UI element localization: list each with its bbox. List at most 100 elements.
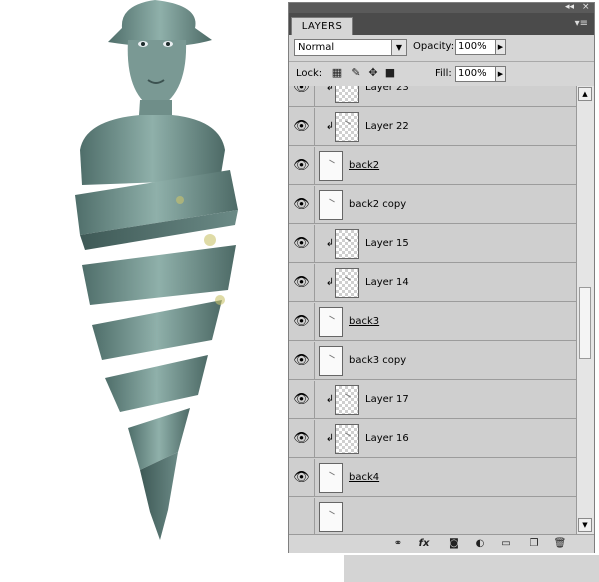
mask-icon[interactable]: ◙ [447,537,461,551]
opacity-label: Opacity: [413,41,455,52]
layer-thumbnail[interactable] [335,268,359,298]
layer-name[interactable]: back3 [349,303,379,340]
fill-field[interactable]: 100% [455,66,497,82]
eye-icon[interactable]: 👁 [289,342,315,379]
layer-thumbnail[interactable] [319,502,343,532]
scroll-down-icon[interactable]: ▼ [578,518,592,532]
fill-label: Fill: [435,68,452,79]
layer-thumbnail[interactable] [335,229,359,259]
blend-mode-select[interactable]: Normal ▼ [294,39,407,56]
layers-scrollbar[interactable]: ▲ ▼ [576,86,594,534]
visibility-toggle[interactable] [289,498,315,534]
lock-label: Lock: [296,68,323,79]
layer-thumbnail[interactable] [319,190,343,220]
layer-name[interactable]: back4 [349,459,379,496]
eye-icon[interactable]: 👁 [289,186,315,223]
layer-row[interactable]: 👁 back2 [289,147,576,185]
eye-icon[interactable]: 👁 [289,225,315,262]
thumbnail-stroke [345,393,351,398]
layer-row[interactable]: 👁 back4 [289,459,576,497]
trash-icon[interactable]: 🗑 [553,537,567,551]
eye-icon[interactable]: 👁 [289,459,315,496]
layer-thumbnail[interactable] [319,151,343,181]
thumbnail-stroke [329,471,335,476]
lock-transparency-icon[interactable]: ▦ [331,67,343,79]
panel-title-bar[interactable]: ◂◂ × [289,2,594,13]
layer-name[interactable]: Layer 23 [365,86,409,106]
statue-artwork [75,0,238,540]
layer-row[interactable]: 👁 ↲ Layer 17 [289,381,576,419]
thumbnail-stroke [329,354,335,359]
layer-row[interactable]: 👁 back3 [289,303,576,341]
fill-slider-button[interactable]: ▶ [495,66,506,82]
clipping-arrow-icon: ↲ [325,277,335,288]
layer-name[interactable]: Layer 14 [365,264,409,301]
layer-thumbnail[interactable] [335,112,359,142]
layer-row[interactable]: 👁 ↲ Layer 23 [289,86,576,107]
layer-row[interactable] [289,498,576,534]
layers-panel: ◂◂ × LAYERS ▾≡ Normal ▼ Opacity: 100% ▶ … [288,2,595,553]
thumbnail-stroke [345,432,351,437]
eye-icon[interactable]: 👁 [289,303,315,340]
thumbnail-stroke [345,237,351,242]
layer-row[interactable]: 👁 back2 copy [289,186,576,224]
layer-thumbnail[interactable] [335,385,359,415]
thumbnail-stroke [329,159,335,164]
clipping-arrow-icon: ↲ [325,86,335,93]
lock-paint-icon[interactable]: ✎ [350,67,362,79]
double-chevron-left-icon[interactable]: ◂◂ [565,2,574,13]
clipping-arrow-icon: ↲ [325,394,335,405]
workspace-background [344,555,599,582]
layer-name[interactable]: Layer 17 [365,381,409,418]
eye-icon[interactable]: 👁 [289,147,315,184]
clipping-arrow-icon: ↲ [325,433,335,444]
blend-opacity-row: Normal ▼ Opacity: 100% ▶ [289,35,594,62]
thumbnail-stroke [329,315,335,320]
eye-icon[interactable]: 👁 [289,108,315,145]
chevron-down-icon[interactable]: ▼ [391,40,406,55]
layer-name[interactable]: Layer 22 [365,108,409,145]
tab-layers[interactable]: LAYERS [291,17,353,35]
layer-name[interactable]: Layer 15 [365,225,409,262]
layer-thumbnail[interactable] [319,346,343,376]
eye-icon[interactable]: 👁 [289,264,315,301]
adjustment-icon[interactable]: ◐ [473,537,487,551]
panel-menu-icon[interactable]: ▾≡ [575,18,588,29]
lock-fill-row: Lock: ▦ ✎ ✥ ■ Fill: 100% ▶ [289,62,594,87]
layer-name[interactable]: back2 [349,147,379,184]
layer-name[interactable]: back3 copy [349,342,406,379]
eye-icon[interactable]: 👁 [289,381,315,418]
opacity-field[interactable]: 100% [455,39,497,55]
eye-icon[interactable]: 👁 [289,420,315,457]
layer-thumbnail[interactable] [335,86,359,103]
panel-bottom-toolbar: ⚭ fx ◙ ◐ ▭ ❐ 🗑 [289,534,594,553]
layer-row[interactable]: 👁 ↲ Layer 14 [289,264,576,302]
close-icon[interactable]: × [582,2,590,13]
layer-name[interactable]: Layer 16 [365,420,409,457]
thumbnail-stroke [329,198,335,203]
folder-icon[interactable]: ▭ [499,537,513,551]
blend-mode-value: Normal [298,42,335,53]
layer-thumbnail[interactable] [335,424,359,454]
lock-position-icon[interactable]: ✥ [367,67,379,79]
new-layer-icon[interactable]: ❐ [527,537,541,551]
layer-name[interactable]: back2 copy [349,186,406,223]
layer-thumbnail[interactable] [319,463,343,493]
link-icon[interactable]: ⚭ [391,537,405,551]
scroll-up-icon[interactable]: ▲ [578,87,592,101]
layer-row[interactable]: 👁 ↲ Layer 22 [289,108,576,146]
thumbnail-stroke [345,120,351,125]
layer-row[interactable]: 👁 ↲ Layer 15 [289,225,576,263]
eye-icon[interactable]: 👁 [289,86,315,106]
fx-icon[interactable]: fx [417,537,431,551]
layer-row[interactable]: 👁 back3 copy [289,342,576,380]
layer-thumbnail[interactable] [319,307,343,337]
opacity-slider-button[interactable]: ▶ [495,39,506,55]
lock-all-icon[interactable]: ■ [384,67,396,79]
layer-row[interactable]: 👁 ↲ Layer 16 [289,420,576,458]
layers-list[interactable]: 👁 ↲ Layer 23 👁 ↲ Layer 22 👁 back2 👁 back2 copy 👁 ↲ L… [289,86,576,534]
panel-tab-row: LAYERS ▾≡ [289,13,594,35]
scrollbar-thumb[interactable] [579,287,591,359]
thumbnail-stroke [329,510,335,515]
clipping-arrow-icon: ↲ [325,238,335,249]
